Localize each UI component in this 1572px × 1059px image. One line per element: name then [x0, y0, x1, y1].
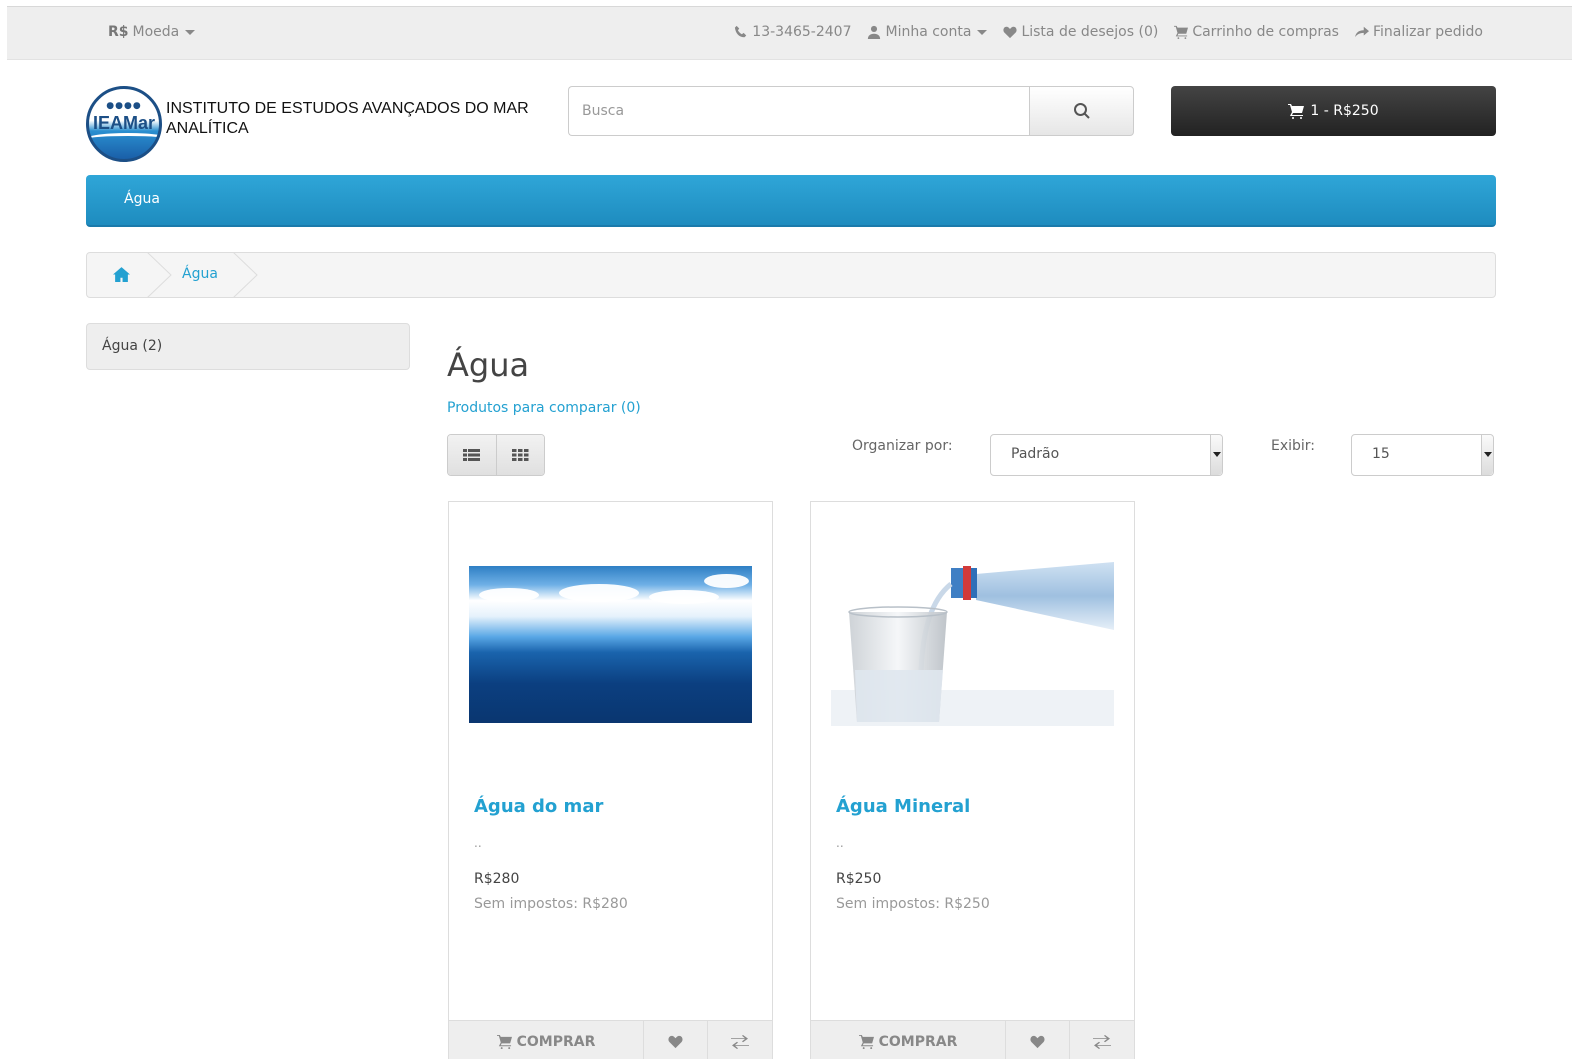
caret-down-icon [977, 29, 988, 35]
logo[interactable]: ●●●● IEAMar INSTITUTO DE ESTUDOS AVANÇAD… [86, 85, 546, 163]
heart-icon [1030, 1035, 1045, 1049]
logo-badge: ●●●● IEAMar [86, 86, 162, 162]
product-tax: Sem impostos: R$250 [836, 896, 990, 912]
sort-value: Padrão [1011, 446, 1060, 462]
add-to-compare-button[interactable] [707, 1021, 772, 1059]
search-button[interactable] [1029, 86, 1134, 136]
product-tax: Sem impostos: R$280 [474, 896, 628, 912]
search-icon [1073, 103, 1090, 119]
product-card: Água do mar .. R$280 Sem impostos: R$280… [448, 501, 773, 1059]
main-menu: Água [86, 175, 1496, 227]
limit-label: Exibir: [1271, 438, 1316, 454]
cart-button-text: 1 - R$250 [1310, 103, 1379, 119]
wishlist-link[interactable]: Lista de desejos (0) [1003, 24, 1158, 40]
heart-icon [1003, 26, 1018, 39]
account-dropdown[interactable]: Minha conta [867, 24, 988, 40]
cloud-shape [704, 574, 749, 588]
logo-text: INSTITUTO DE ESTUDOS AVANÇADOS DO MAR AN… [166, 99, 529, 139]
product-price: R$250 [836, 871, 882, 887]
list-icon [463, 449, 481, 461]
currency-dropdown[interactable]: R$ Moeda [108, 24, 196, 40]
shopping-cart-icon [1288, 104, 1305, 119]
logo-line2: ANALÍTICA [166, 120, 249, 137]
product-image[interactable] [831, 560, 1114, 726]
wishlist-text: Lista de desejos (0) [1021, 24, 1159, 40]
phone-link[interactable]: 13-3465-2407 [734, 24, 851, 40]
shopping-cart-icon [496, 1034, 512, 1049]
share-arrow-icon [1354, 26, 1369, 38]
cloud-shape [649, 590, 719, 604]
breadcrumb-separator [146, 251, 173, 299]
sort-label: Organizar por: [852, 438, 953, 454]
product-actions: COMPRAR [811, 1020, 1134, 1059]
currency-symbol: R$ [108, 24, 129, 40]
add-to-cart-button[interactable]: COMPRAR [811, 1021, 1005, 1059]
product-name[interactable]: Água Mineral [836, 796, 970, 817]
top-bar: R$ Moeda 13-3465-2407 Minha conta Lista … [7, 6, 1572, 60]
limit-select[interactable]: 15 [1351, 434, 1494, 476]
checkout-link[interactable]: Finalizar pedido [1354, 24, 1483, 40]
logo-mark: IEAMar [92, 113, 155, 133]
cart-button[interactable]: 1 - R$250 [1171, 86, 1496, 136]
breadcrumb-home[interactable] [113, 266, 130, 287]
shopping-cart-icon [858, 1034, 874, 1049]
add-to-cart-label: COMPRAR [878, 1033, 958, 1050]
add-to-cart-label: COMPRAR [516, 1033, 596, 1050]
logo-line1: INSTITUTO DE ESTUDOS AVANÇADOS DO MAR [166, 100, 529, 117]
add-to-wishlist-button[interactable] [1005, 1021, 1069, 1059]
limit-value: 15 [1372, 446, 1390, 462]
search-input[interactable] [568, 86, 1029, 136]
sort-select[interactable]: Padrão [990, 434, 1223, 476]
heart-icon [668, 1035, 683, 1049]
checkout-text: Finalizar pedido [1372, 24, 1483, 40]
grid-view-button[interactable] [495, 435, 544, 475]
user-icon [868, 25, 881, 39]
view-toggle [447, 434, 545, 476]
product-card: Água Mineral .. R$250 Sem impostos: R$25… [810, 501, 1135, 1059]
product-image[interactable] [469, 566, 752, 723]
product-description: .. [474, 836, 482, 850]
caret-down-icon [185, 29, 196, 35]
exchange-icon [1093, 1034, 1111, 1049]
list-view-button[interactable] [448, 435, 496, 475]
shopping-cart-icon [1174, 25, 1189, 39]
phone-text: 13-3465-2407 [752, 24, 852, 40]
breadcrumb-item-agua[interactable]: Água [182, 266, 218, 282]
select-arrow-icon [1481, 435, 1493, 475]
product-price: R$280 [474, 871, 520, 887]
page-title: Água [447, 346, 530, 384]
product-description: .. [836, 836, 844, 850]
top-links: 13-3465-2407 Minha conta Lista de desejo… [734, 24, 1483, 40]
account-text: Minha conta [885, 24, 972, 40]
breadcrumb: Água [86, 251, 1496, 299]
add-to-compare-button[interactable] [1069, 1021, 1134, 1059]
compare-link[interactable]: Produtos para comparar (0) [447, 400, 641, 416]
sidebar-item-agua[interactable]: Água (2) [86, 323, 410, 370]
cart-link-text: Carrinho de compras [1192, 24, 1339, 40]
menu-item-agua[interactable]: Água [124, 191, 160, 207]
cloud-shape [559, 584, 639, 602]
logo-wave-icon [89, 133, 159, 147]
grid-icon [511, 449, 529, 461]
cart-link[interactable]: Carrinho de compras [1174, 24, 1339, 40]
cloud-shape [479, 588, 539, 602]
home-icon [113, 267, 130, 282]
product-actions: COMPRAR [449, 1020, 772, 1059]
select-arrow-icon [1210, 435, 1222, 475]
water-glass-bottle-illustration [831, 562, 1114, 726]
product-name[interactable]: Água do mar [474, 796, 603, 817]
logo-dots-icon: ●●●● [106, 101, 142, 111]
add-to-cart-button[interactable]: COMPRAR [449, 1021, 643, 1059]
search-bar [568, 86, 1134, 136]
currency-label: Moeda [132, 24, 180, 40]
phone-icon [735, 25, 747, 38]
add-to-wishlist-button[interactable] [643, 1021, 707, 1059]
exchange-icon [731, 1034, 749, 1049]
breadcrumb-separator [232, 251, 259, 299]
